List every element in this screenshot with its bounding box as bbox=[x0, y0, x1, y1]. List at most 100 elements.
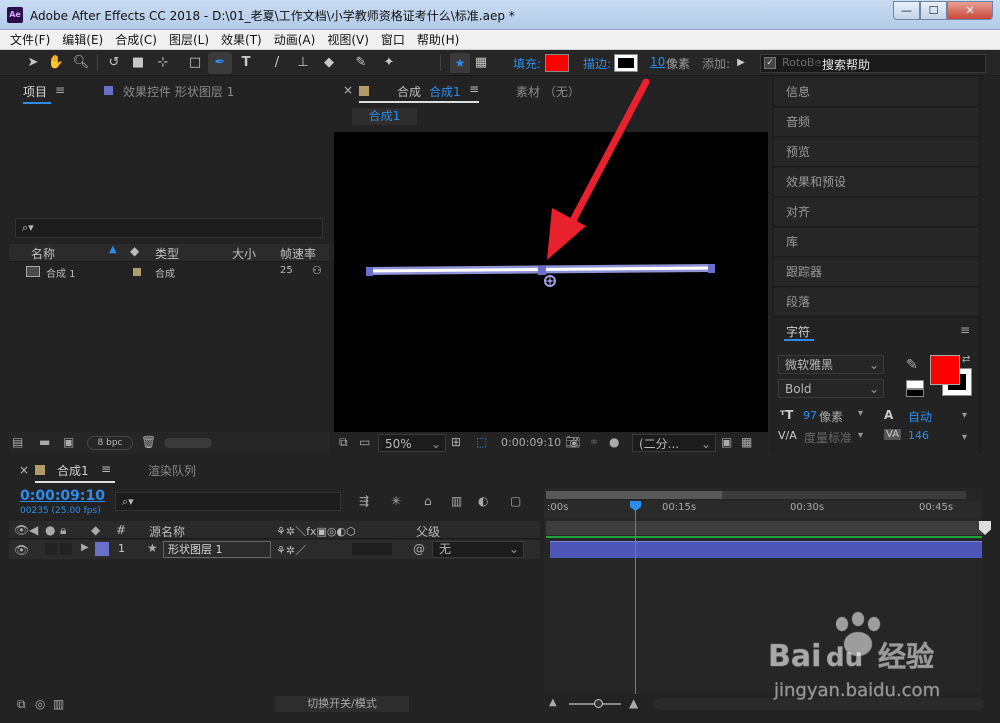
clone-stamp-tool-icon[interactable]: ⊥ bbox=[292, 53, 314, 73]
panel-effects-presets[interactable]: 效果和预设 bbox=[774, 168, 978, 197]
shy-layers-icon[interactable]: ⌂ bbox=[424, 494, 432, 508]
snapshot-icon[interactable]: 📷︎ bbox=[565, 435, 580, 449]
menu-help[interactable]: 帮助(H) bbox=[411, 30, 465, 50]
rotate-tool-icon[interactable]: ↺ bbox=[103, 53, 125, 73]
timeline-scrollbar[interactable] bbox=[654, 698, 984, 710]
chevron-down-icon[interactable]: ▾ bbox=[962, 432, 967, 443]
panel-info[interactable]: 信息 bbox=[774, 78, 978, 107]
font-family-dropdown[interactable]: 微软雅黑 ⌄ bbox=[778, 355, 884, 374]
panel-preview[interactable]: 预览 bbox=[774, 138, 978, 167]
zoom-dropdown[interactable]: 50% ⌄ bbox=[378, 434, 446, 452]
mask-visibility-icon[interactable]: ⬚ bbox=[476, 435, 487, 449]
zoom-slider-handle[interactable] bbox=[594, 699, 603, 708]
tab-render-queue[interactable]: 渲染队列 bbox=[148, 462, 196, 479]
col-parent[interactable]: 父级 bbox=[416, 523, 440, 540]
black-swatch[interactable] bbox=[906, 389, 924, 397]
roto-brush-tool-icon[interactable]: ✎ bbox=[350, 53, 372, 73]
minimize-button[interactable]: — bbox=[893, 1, 920, 20]
panel-menu-icon[interactable]: ≡ bbox=[469, 82, 479, 96]
draft-3d-icon[interactable]: ✳ bbox=[391, 494, 401, 508]
solo-toggle[interactable] bbox=[45, 543, 57, 555]
white-swatch[interactable] bbox=[906, 380, 924, 389]
mask-mode-icon[interactable]: ▦ bbox=[470, 53, 492, 73]
character-title[interactable]: 字符 bbox=[786, 323, 810, 340]
stroke-width-value[interactable]: 10 bbox=[650, 55, 665, 69]
eye-icon[interactable]: 👁︎ bbox=[14, 543, 29, 557]
menu-view[interactable]: 视图(V) bbox=[321, 30, 375, 50]
menu-file[interactable]: 文件(F) bbox=[0, 30, 56, 50]
rotobezier-checkbox[interactable]: ✓ bbox=[764, 57, 776, 69]
time-ruler[interactable]: :00s 00:15s 00:30s 00:45s bbox=[544, 501, 982, 519]
transparency-grid-icon[interactable]: ▦ bbox=[741, 435, 752, 449]
frame-blending-icon[interactable]: ▥ bbox=[451, 494, 462, 508]
grid-guide-icon[interactable]: ⊞ bbox=[451, 435, 461, 449]
menu-effect[interactable]: 效果(T) bbox=[215, 30, 268, 50]
lock-toggle[interactable] bbox=[60, 543, 72, 555]
col-type[interactable]: 类型 bbox=[155, 245, 179, 262]
graph-editor-icon[interactable]: ▢ bbox=[510, 494, 521, 508]
lock-icon[interactable]: 🔒︎ bbox=[60, 523, 66, 538]
eyedropper-icon[interactable]: ✎ bbox=[906, 357, 918, 373]
zoom-in-icon[interactable]: ▲ bbox=[629, 696, 638, 710]
camera-tool-icon[interactable]: ■ bbox=[127, 53, 149, 73]
chevron-down-icon[interactable]: ▾ bbox=[858, 408, 863, 419]
menu-window[interactable]: 窗口 bbox=[375, 30, 411, 50]
font-size-value[interactable]: 97 bbox=[803, 409, 817, 422]
audio-icon[interactable]: ◀ bbox=[29, 523, 38, 537]
timeline-search-input[interactable]: ⌕▾ bbox=[115, 492, 341, 511]
current-time-indicator[interactable] bbox=[630, 501, 641, 714]
menu-composition[interactable]: 合成(C) bbox=[109, 30, 163, 50]
layer-switches-icons[interactable]: ⚘✲／ bbox=[276, 542, 306, 558]
rectangle-tool-icon[interactable]: □ bbox=[184, 53, 206, 73]
show-snapshot-icon[interactable]: ⚭ bbox=[589, 435, 599, 449]
always-preview-icon[interactable]: ⧉ bbox=[339, 435, 348, 450]
chevron-down-icon[interactable]: ▾ bbox=[858, 430, 863, 441]
new-composition-icon[interactable]: ▣ bbox=[63, 435, 74, 449]
col-number[interactable]: # bbox=[116, 523, 126, 537]
tab-project[interactable]: 项目 bbox=[23, 83, 47, 100]
zoom-out-icon[interactable]: ▲ bbox=[549, 697, 557, 708]
col-fps[interactable]: 帧速率 bbox=[280, 245, 316, 262]
fill-color-swatch[interactable] bbox=[545, 54, 569, 72]
layer-label-color[interactable] bbox=[95, 542, 109, 556]
panel-menu-icon[interactable]: ≡ bbox=[55, 83, 65, 97]
flowchart-icon[interactable]: ⚇ bbox=[312, 264, 322, 277]
maximize-button[interactable]: ☐ bbox=[920, 1, 947, 20]
pen-tool-icon[interactable]: ✒ bbox=[208, 52, 232, 74]
panel-libraries[interactable]: 库 bbox=[774, 228, 978, 257]
menu-layer[interactable]: 图层(L) bbox=[163, 30, 215, 50]
new-folder-icon[interactable]: ▬ bbox=[39, 435, 50, 449]
brush-tool-icon[interactable]: / bbox=[266, 53, 288, 73]
viewer-timecode[interactable]: 0:00:09:10 bbox=[501, 436, 561, 449]
table-row[interactable]: 👁︎ ▶ 1 ★ 形状图层 1 ⚘✲／ @ 无 ⌄ bbox=[9, 540, 540, 559]
star-shape-icon[interactable]: ★ bbox=[450, 53, 470, 73]
menu-animation[interactable]: 动画(A) bbox=[268, 30, 322, 50]
eye-icon[interactable]: 👁︎ bbox=[14, 523, 29, 537]
panel-tracker[interactable]: 跟踪器 bbox=[774, 258, 978, 287]
tab-effect-controls[interactable]: 效果控件 形状图层 1 bbox=[123, 83, 234, 100]
timeline-graph[interactable]: :00s 00:15s 00:30s 00:45s bbox=[544, 488, 982, 714]
project-scrollbar[interactable] bbox=[164, 438, 212, 448]
panel-menu-icon[interactable]: ≡ bbox=[101, 462, 111, 476]
parent-dropdown[interactable]: 无 ⌄ bbox=[432, 541, 524, 558]
composition-mini-flowchart-icon[interactable]: ⇶ bbox=[359, 494, 369, 508]
col-source-name[interactable]: 源名称 bbox=[149, 523, 185, 540]
panel-menu-icon[interactable]: ≡ bbox=[960, 323, 970, 337]
add-play-icon[interactable]: ▶ bbox=[730, 53, 752, 73]
resolution-dropdown[interactable]: (二分... ⌄ bbox=[632, 434, 716, 452]
layer-duration-bar[interactable] bbox=[550, 541, 982, 558]
timeline-timecode[interactable]: 0:00:09:10 bbox=[20, 488, 105, 504]
kerning-value[interactable]: 度量标准 bbox=[804, 429, 852, 446]
close-tab-icon[interactable]: × bbox=[19, 463, 29, 477]
motion-blur-icon[interactable]: ◐ bbox=[478, 494, 488, 508]
layer-switch-boxes[interactable] bbox=[352, 543, 392, 555]
menu-edit[interactable]: 编辑(E) bbox=[56, 30, 109, 50]
region-of-interest-icon[interactable]: ▣ bbox=[721, 435, 732, 449]
navigator-range[interactable] bbox=[546, 491, 722, 499]
monitor-icon[interactable]: ▭ bbox=[359, 435, 370, 449]
col-name[interactable]: 名称 bbox=[31, 245, 55, 262]
leading-value[interactable]: 自动 bbox=[908, 408, 932, 425]
transfer-controls-icon[interactable]: ◎ bbox=[35, 697, 45, 711]
search-help-icon[interactable]: 🔍︎ bbox=[808, 56, 822, 69]
solo-icon[interactable]: ● bbox=[45, 523, 55, 537]
